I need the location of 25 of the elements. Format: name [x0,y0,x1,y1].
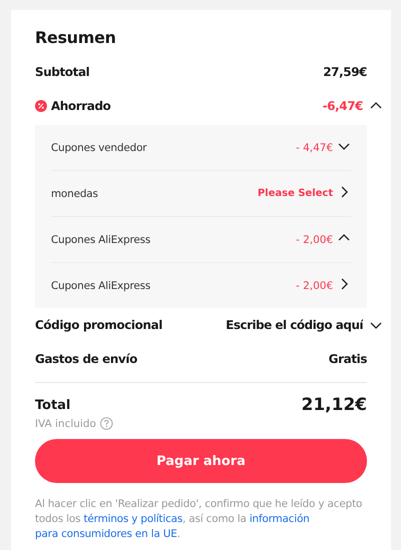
shipping-label: Gastos de envío [35,352,138,366]
discount-label: monedas [51,188,98,200]
subtotal-label: Subtotal [35,65,90,79]
total-value: 21,12€ [301,395,367,415]
discount-label: Cupones AliExpress [51,280,150,292]
discount-label: Cupones vendedor [51,142,147,154]
tax-note: IVA incluido [35,418,96,430]
discount-amount: - 4,47€ [296,142,333,154]
discount-icon [35,100,47,112]
discount-label: Cupones AliExpress [51,234,150,246]
savings-label: Ahorrado [51,99,111,113]
discount-amount: - 2,00€ [296,234,333,246]
select-link[interactable]: Please Select [258,188,333,199]
shipping-value: Gratis [328,352,367,366]
promo-code-label: Código promocional [35,318,162,332]
policy-link[interactable]: información [249,513,310,525]
pay-now-button[interactable]: Pagar ahora [35,439,367,483]
policy-link[interactable]: para consumidores en la UE [35,528,178,540]
subtotal-value: 27,59€ [323,65,367,79]
policy-link[interactable]: términos y políticas [84,513,183,525]
total-label: Total [35,398,71,412]
discount-amount: - 2,00€ [296,280,333,292]
legal-text: Al hacer clic en 'Realizar pedido', confirmo que he leído y acepto todos los términos y políticas, así como la información para consumidores en la UE. [35,497,364,542]
summary-title: Resumen [35,28,117,47]
savings-value: -6,47€ [322,99,363,113]
